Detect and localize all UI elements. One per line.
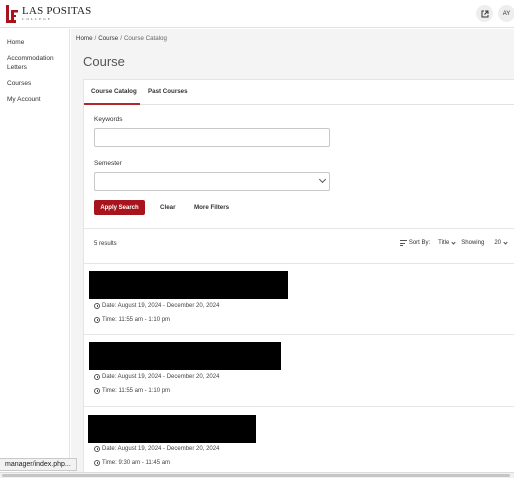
course-date: Date: August 19, 2024 - December 20, 202…: [94, 303, 219, 309]
clock-icon: [94, 388, 100, 394]
chevron-down-icon: [451, 239, 456, 245]
chevron-down-icon: [318, 175, 327, 184]
horizontal-scrollbar[interactable]: [0, 472, 514, 478]
breadcrumb-home[interactable]: Home: [76, 35, 93, 42]
results-toolbar: 5 results Sort By: Title Showing 20: [84, 230, 514, 260]
sidebar-item-home[interactable]: Home: [0, 38, 24, 47]
course-result-item[interactable]: Date: August 19, 2024 - December 20, 202…: [84, 263, 514, 333]
keywords-label: Keywords: [94, 116, 123, 123]
chevron-down-icon: [503, 239, 508, 245]
sidebar-item-courses[interactable]: Courses: [0, 79, 31, 88]
redacted-course-title: [88, 415, 256, 443]
sort-by-label: Sort By:: [408, 240, 431, 246]
semester-select[interactable]: [94, 172, 330, 191]
page-title: Course: [83, 54, 125, 69]
apply-search-button[interactable]: Apply Search: [94, 200, 145, 215]
course-time-text: Time: 11:55 am - 1:10 pm: [102, 388, 171, 394]
redacted-course-title: [89, 342, 281, 370]
top-header: LAS POSITAS COLLEGE AY: [0, 0, 514, 28]
clock-icon: [94, 446, 100, 452]
course-time: Time: 11:55 am - 1:10 pm: [94, 317, 170, 323]
semester-label: Semester: [94, 160, 122, 167]
catalog-card: Course Catalog Past Courses Keywords Sem…: [83, 79, 514, 478]
breadcrumb: Home / Course / Course Catalog: [76, 35, 167, 42]
status-bar-url: manager/index.php...: [0, 458, 77, 471]
sidebar-item-accommodation-letters[interactable]: Accommodation Letters: [0, 54, 60, 72]
breadcrumb-course[interactable]: Course: [98, 35, 118, 42]
keywords-input[interactable]: [94, 128, 330, 147]
showing-label: Showing: [461, 240, 485, 246]
redacted-course-title: [89, 271, 288, 299]
logo-subtitle: COLLEGE: [22, 17, 52, 22]
course-time-text: Time: 9:30 am - 11:45 am: [102, 460, 171, 466]
clock-icon: [94, 460, 100, 466]
clock-icon: [94, 303, 100, 309]
course-date-text: Date: August 19, 2024 - December 20, 202…: [102, 374, 220, 380]
course-result-item[interactable]: Date: August 19, 2024 - December 20, 202…: [84, 334, 514, 404]
section-divider: [84, 228, 514, 229]
clock-icon: [94, 374, 100, 380]
clear-button[interactable]: Clear: [160, 204, 175, 211]
college-logo[interactable]: LAS POSITAS COLLEGE: [5, 3, 91, 25]
course-time: Time: 9:30 am - 11:45 am: [94, 460, 170, 466]
tab-past-courses[interactable]: Past Courses: [148, 88, 188, 95]
more-filters-button[interactable]: More Filters: [194, 204, 229, 211]
sort-value: Title: [438, 240, 450, 246]
breadcrumb-current: Course Catalog: [123, 35, 167, 42]
course-time: Time: 11:55 am - 1:10 pm: [94, 388, 170, 394]
sidebar-item-my-account[interactable]: My Account: [0, 95, 41, 104]
course-time-text: Time: 11:55 am - 1:10 pm: [102, 317, 171, 323]
clock-icon: [94, 317, 100, 323]
tab-course-catalog[interactable]: Course Catalog: [91, 88, 137, 95]
sort-controls: Sort By: Title Showing 20: [399, 239, 508, 246]
active-tab-indicator: [84, 103, 140, 105]
user-avatar[interactable]: AY: [498, 5, 514, 22]
main-content: Home / Course / Course Catalog Course Course…: [71, 29, 514, 478]
external-link-button[interactable]: [476, 5, 493, 22]
course-result-item[interactable]: Date: August 19, 2024 - December 20, 202…: [84, 406, 514, 476]
page-size-value: 20: [494, 240, 501, 246]
course-date-text: Date: August 19, 2024 - December 20, 202…: [102, 446, 220, 452]
page-size-select[interactable]: 20: [494, 239, 508, 246]
sort-select[interactable]: Title: [438, 239, 456, 246]
search-filters: Keywords Semester Apply Search Clear Mor…: [84, 106, 514, 226]
external-link-icon: [481, 10, 488, 17]
results-count: 5 results: [94, 241, 117, 247]
sort-icon: [399, 240, 407, 246]
course-date-text: Date: August 19, 2024 - December 20, 202…: [102, 303, 220, 309]
tab-bar: Course Catalog Past Courses: [84, 80, 514, 105]
logo-name: LAS POSITAS: [22, 5, 92, 18]
logo-mark-icon: [5, 4, 19, 24]
course-date: Date: August 19, 2024 - December 20, 202…: [94, 374, 219, 380]
sidebar: Home Accommodation Letters Courses My Ac…: [0, 29, 70, 478]
course-date: Date: August 19, 2024 - December 20, 202…: [94, 446, 219, 452]
scrollbar-thumb[interactable]: [2, 474, 510, 477]
